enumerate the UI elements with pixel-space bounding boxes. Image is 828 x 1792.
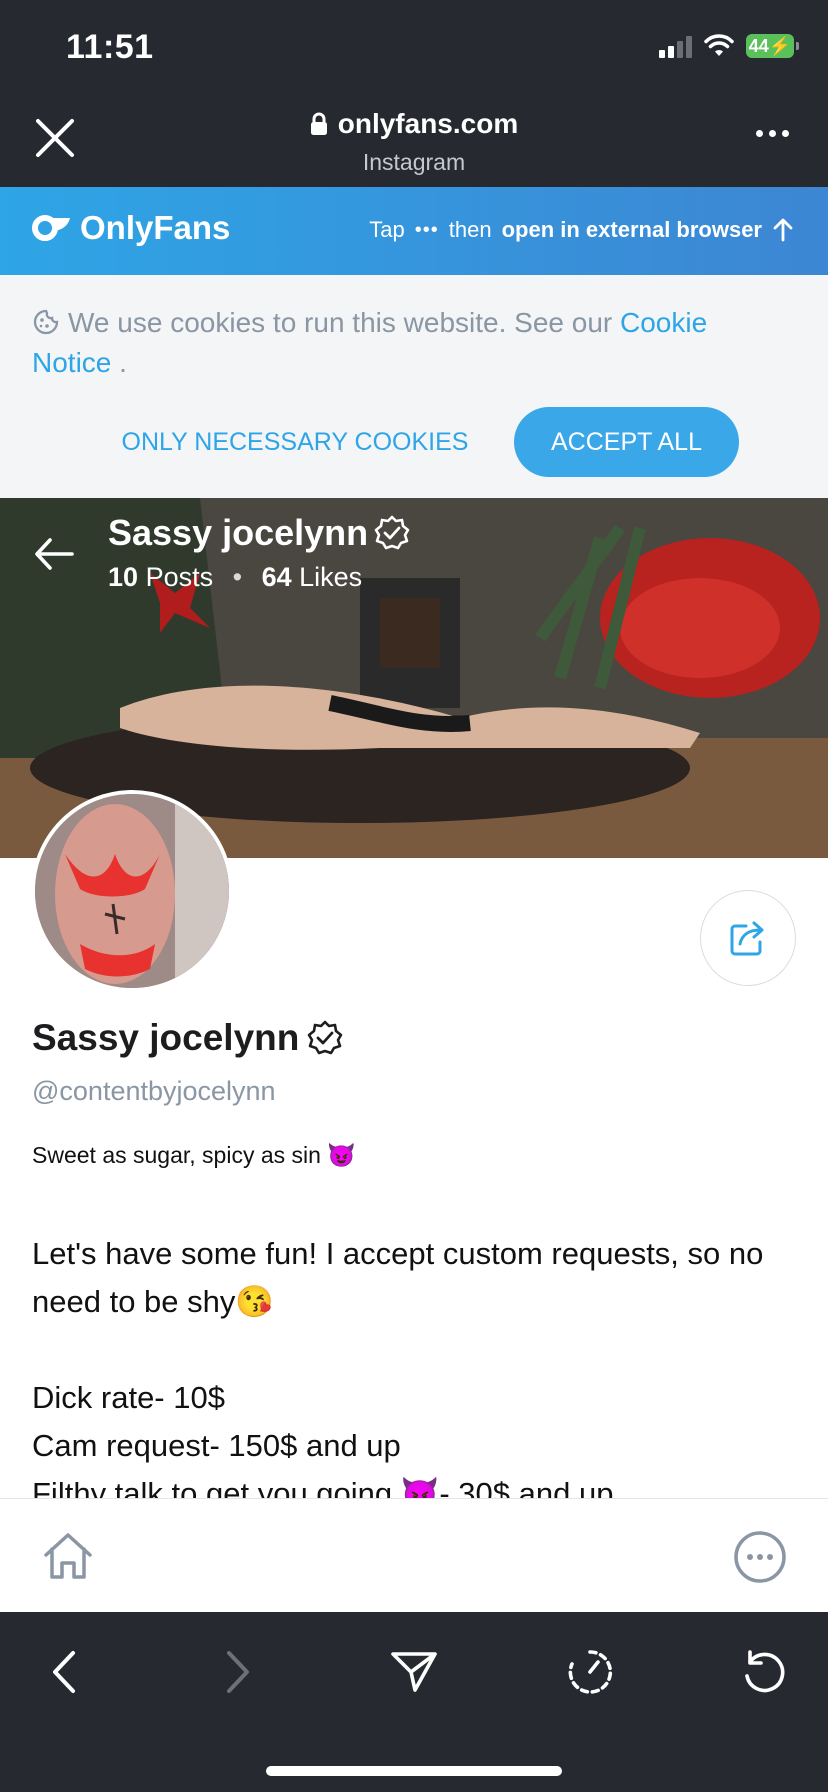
profile-name-text: Sassy jocelynn	[32, 1017, 300, 1058]
likes-count: 64	[261, 562, 292, 592]
reload-icon	[745, 1650, 785, 1693]
status-icons: 44 ⚡	[659, 34, 799, 58]
bio-container: Sweet as sugar, spicy as sin 😈 Let's hav…	[0, 1142, 828, 1498]
hint-action: open in external browser	[501, 217, 762, 242]
address-area[interactable]: onlyfans.com Instagram	[0, 108, 828, 176]
cookie-text: We use cookies to run this website. See …	[32, 303, 792, 383]
send-button[interactable]	[384, 1642, 444, 1702]
browser-header: 11:51 44 ⚡ onlyfans.com Instagram	[0, 0, 828, 187]
profile-name: Sassy jocelynn	[32, 1017, 343, 1059]
brand-logo: OnlyFans	[32, 209, 230, 247]
arrow-up-icon	[773, 218, 793, 242]
avatar-photo	[35, 794, 229, 988]
profile-handle: @contentbyjocelynn	[32, 1076, 276, 1106]
cookie-notice: We use cookies to run this website. See …	[0, 275, 828, 498]
wifi-icon	[704, 34, 734, 56]
url-text: onlyfans.com	[337, 108, 519, 139]
reload-button[interactable]	[734, 1642, 794, 1702]
cover-stats: 10 Posts • 64 Likes	[108, 562, 362, 593]
avatar[interactable]	[31, 790, 233, 992]
bio-line: Filthy talk to get you going 👿- 30$ and …	[32, 1476, 614, 1498]
chevron-left-icon	[53, 1651, 75, 1693]
lock-icon	[310, 112, 327, 135]
speed-icon	[568, 1650, 613, 1694]
battery-icon: 44 ⚡	[746, 34, 799, 58]
share-icon	[730, 921, 764, 956]
bio-line: Let's have some fun! I accept custom req…	[32, 1236, 764, 1319]
cover-profile-name: Sassy jocelynn	[108, 512, 410, 554]
hint-tap: Tap	[369, 217, 405, 242]
posts-count: 10	[108, 562, 139, 592]
banner-hint: Tap ••• then open in external browser	[369, 217, 794, 243]
cookie-icon	[33, 309, 59, 335]
onlyfans-logo-icon	[32, 215, 70, 241]
signal-icon	[659, 34, 692, 58]
speed-button[interactable]	[560, 1642, 620, 1702]
cookie-message: We use cookies to run this website. See …	[68, 307, 613, 338]
cover-name-text: Sassy jocelynn	[108, 512, 369, 553]
send-icon	[391, 1652, 437, 1692]
share-button[interactable]	[700, 890, 796, 986]
only-necessary-button[interactable]: ONLY NECESSARY COOKIES	[110, 407, 480, 477]
more-icon[interactable]	[756, 130, 790, 142]
home-indicator[interactable]	[266, 1766, 562, 1776]
accept-all-button[interactable]: ACCEPT ALL	[514, 407, 739, 477]
hint-then: then	[448, 217, 492, 242]
chevron-right-icon	[227, 1651, 249, 1693]
likes-label: Likes	[299, 562, 363, 592]
verified-icon	[308, 1020, 343, 1055]
browser-toolbar	[0, 1612, 828, 1792]
url-display: onlyfans.com	[310, 108, 518, 140]
stats-separator: •	[232, 562, 243, 592]
dots-icon: •••	[414, 218, 439, 241]
verified-icon	[374, 515, 410, 550]
bio-tagline: Sweet as sugar, spicy as sin 😈	[32, 1142, 356, 1168]
home-icon[interactable]	[40, 1529, 96, 1585]
app-bottom-nav	[0, 1498, 828, 1613]
menu-dots-icon[interactable]	[732, 1529, 788, 1585]
brand-name: OnlyFans	[80, 209, 231, 246]
status-time: 11:51	[66, 28, 154, 66]
cookie-suffix: .	[111, 347, 127, 378]
bio-line: Cam request- 150$ and up	[32, 1428, 401, 1463]
bio-line: Dick rate- 10$	[32, 1380, 225, 1415]
back-arrow-icon[interactable]	[34, 536, 74, 572]
open-external-banner[interactable]: OnlyFans Tap ••• then open in external b…	[0, 187, 828, 275]
forward-button[interactable]	[208, 1642, 268, 1702]
back-button[interactable]	[34, 1642, 94, 1702]
battery-level: 44	[748, 35, 769, 56]
source-app: Instagram	[362, 149, 466, 175]
posts-label: Posts	[145, 562, 214, 592]
